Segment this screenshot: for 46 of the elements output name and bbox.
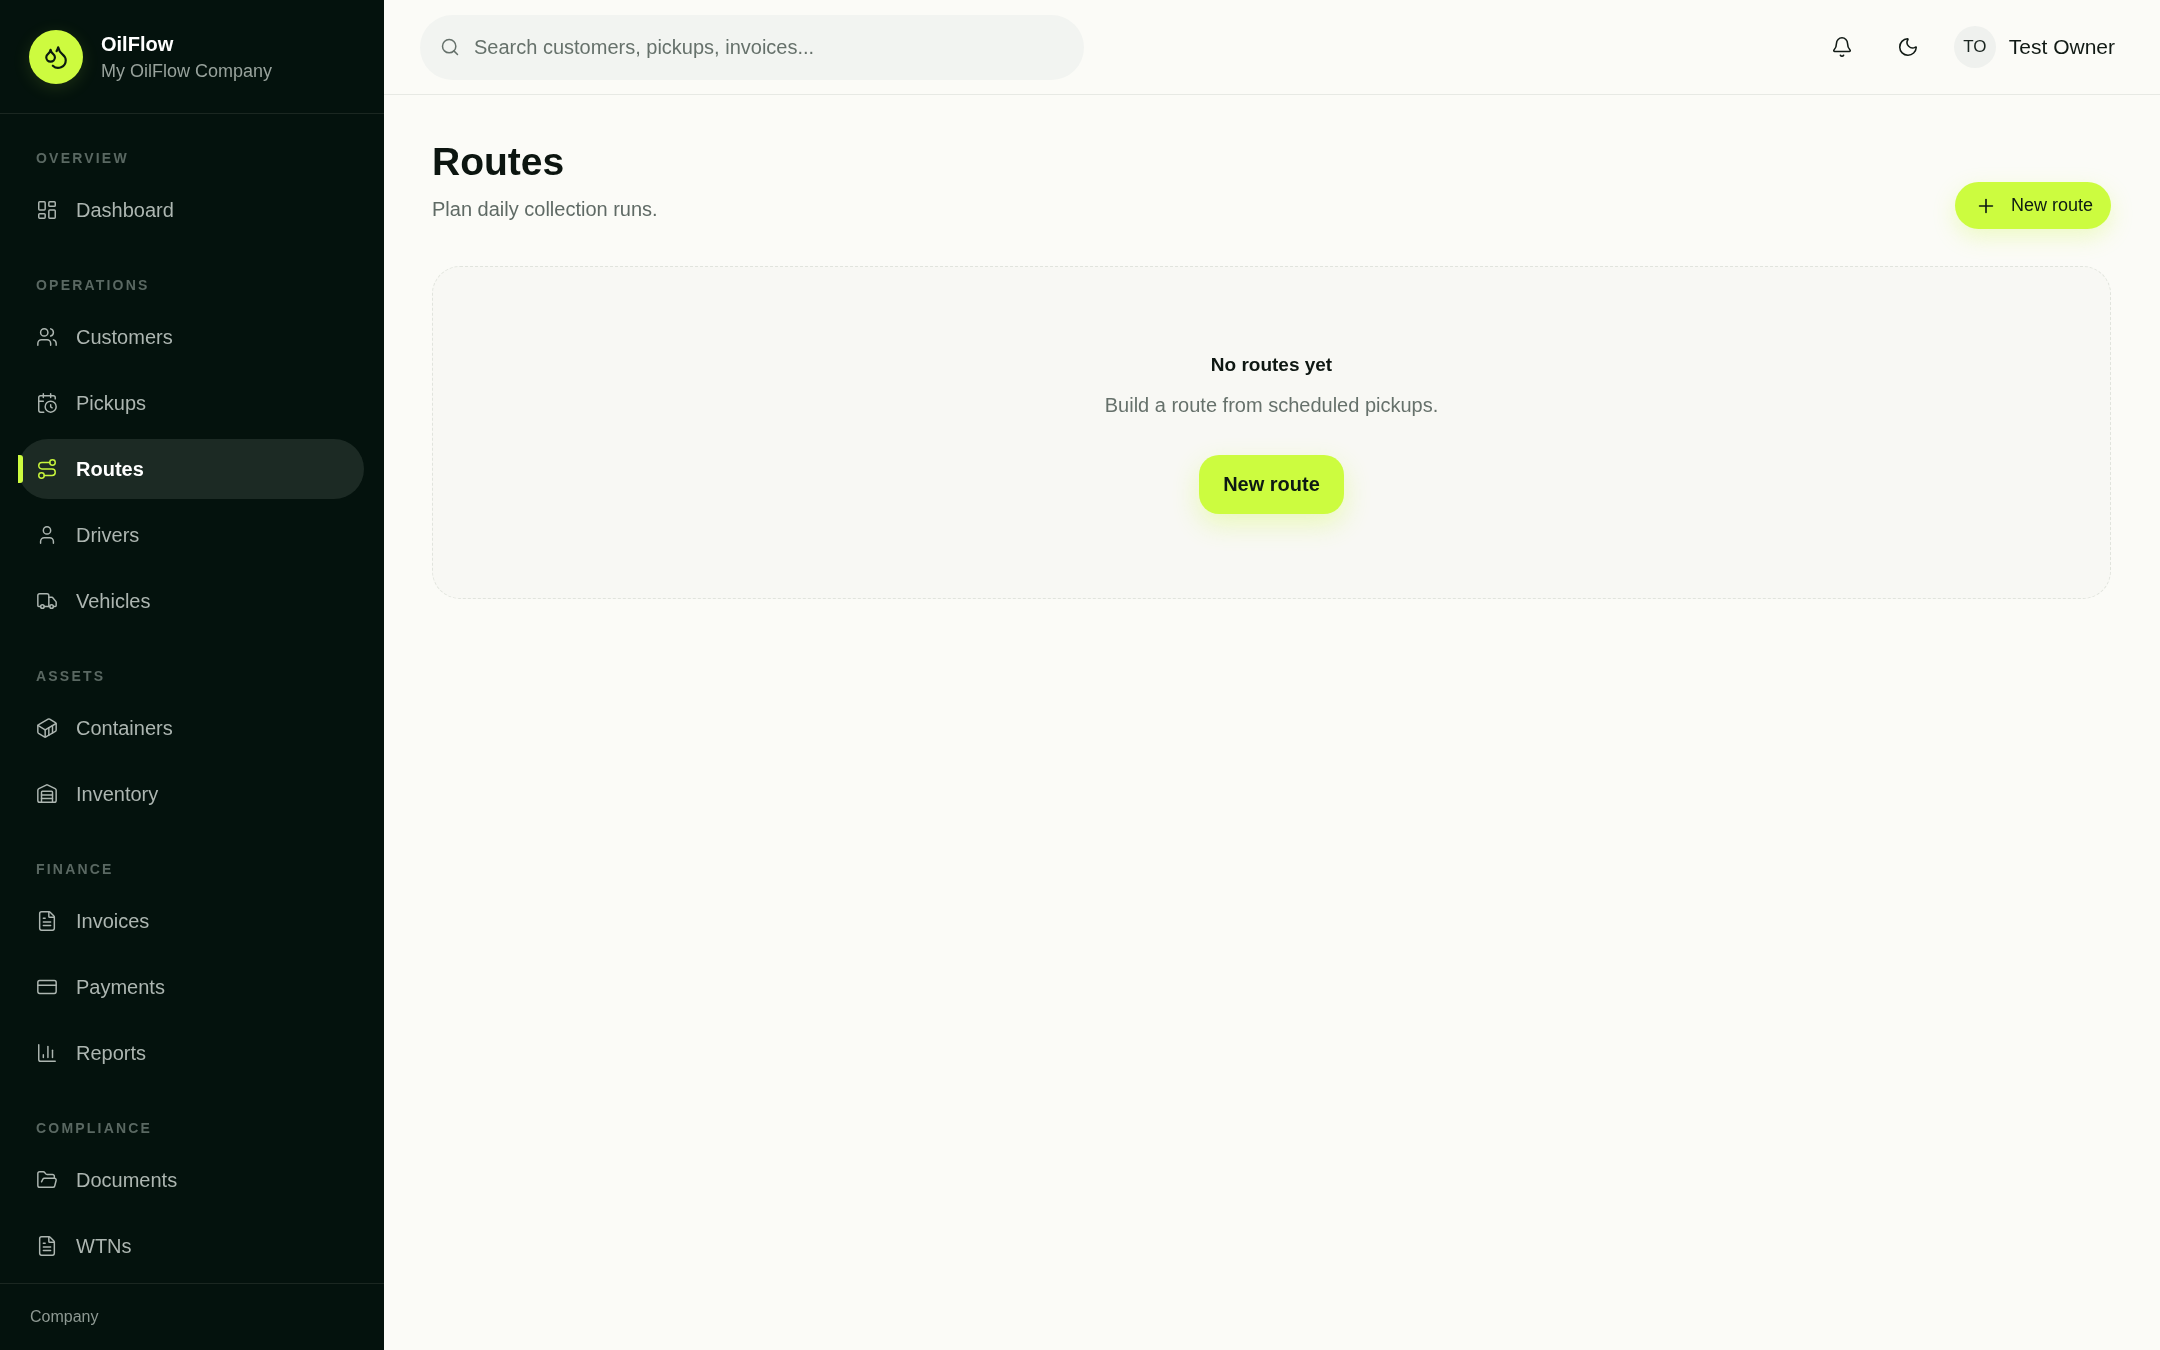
sidebar-item[interactable]: WTNs [18,1216,364,1276]
bell-icon [1830,36,1853,58]
document-icon [36,1235,58,1257]
sidebar-item[interactable]: Documents [18,1150,364,1210]
grid-icon [36,199,58,221]
calendar-clock-icon [36,392,58,414]
section-label: OPERATIONS [36,276,150,294]
section-label: OVERVIEW [36,149,129,167]
box-icon [36,717,58,739]
folder-icon [36,1169,58,1191]
moon-icon [1896,36,1919,58]
sidebar-item[interactable]: Routes [18,439,364,499]
sidebar-item[interactable]: Drivers [18,505,364,565]
company-name: My OilFlow Company [101,59,273,82]
sidebar-item[interactable]: Inventory [18,764,364,824]
sidebar-item[interactable]: Customers [18,307,364,367]
new-route-button[interactable]: New route [1954,182,2111,229]
route-icon [36,458,58,480]
sidebar-item[interactable]: Vehicles [18,571,364,631]
section-label: COMPLIANCE [36,1119,153,1137]
truck-icon [36,590,58,612]
sidebar-item[interactable]: Containers [18,698,364,758]
bar-chart-icon [36,1042,58,1064]
section-label: ASSETS [36,667,106,685]
user-name: Test Owner [2008,35,2115,59]
sidebar-item[interactable]: Payments [18,957,364,1017]
page-title: Routes [432,139,566,185]
search-icon [440,36,460,57]
document-icon [36,910,58,932]
sidebar-item[interactable]: Dashboard [18,180,364,240]
section-label: FINANCE [36,860,114,878]
droplets-logo-icon [29,29,83,84]
new-route-button[interactable]: New route [1199,455,1344,514]
sidebar-item[interactable]: Invoices [18,891,364,951]
empty-state-title: No routes yet [1210,353,1333,377]
search-field[interactable]: Search customers, pickups, invoices... [420,14,1084,80]
footer-label: Company [30,1308,99,1326]
sidebar-item[interactable]: Reports [18,1023,364,1083]
warehouse-icon [36,783,58,805]
user-avatar[interactable]: TO [1953,26,1996,68]
page-subtitle: Plan daily collection runs. [432,197,658,222]
empty-state-message: Build a route from scheduled pickups. [1104,393,1439,418]
sidebar-item[interactable]: Pickups [18,373,364,433]
users-icon [36,326,58,348]
brand-name: OilFlow [101,31,175,56]
active-marker-icon [18,455,23,483]
